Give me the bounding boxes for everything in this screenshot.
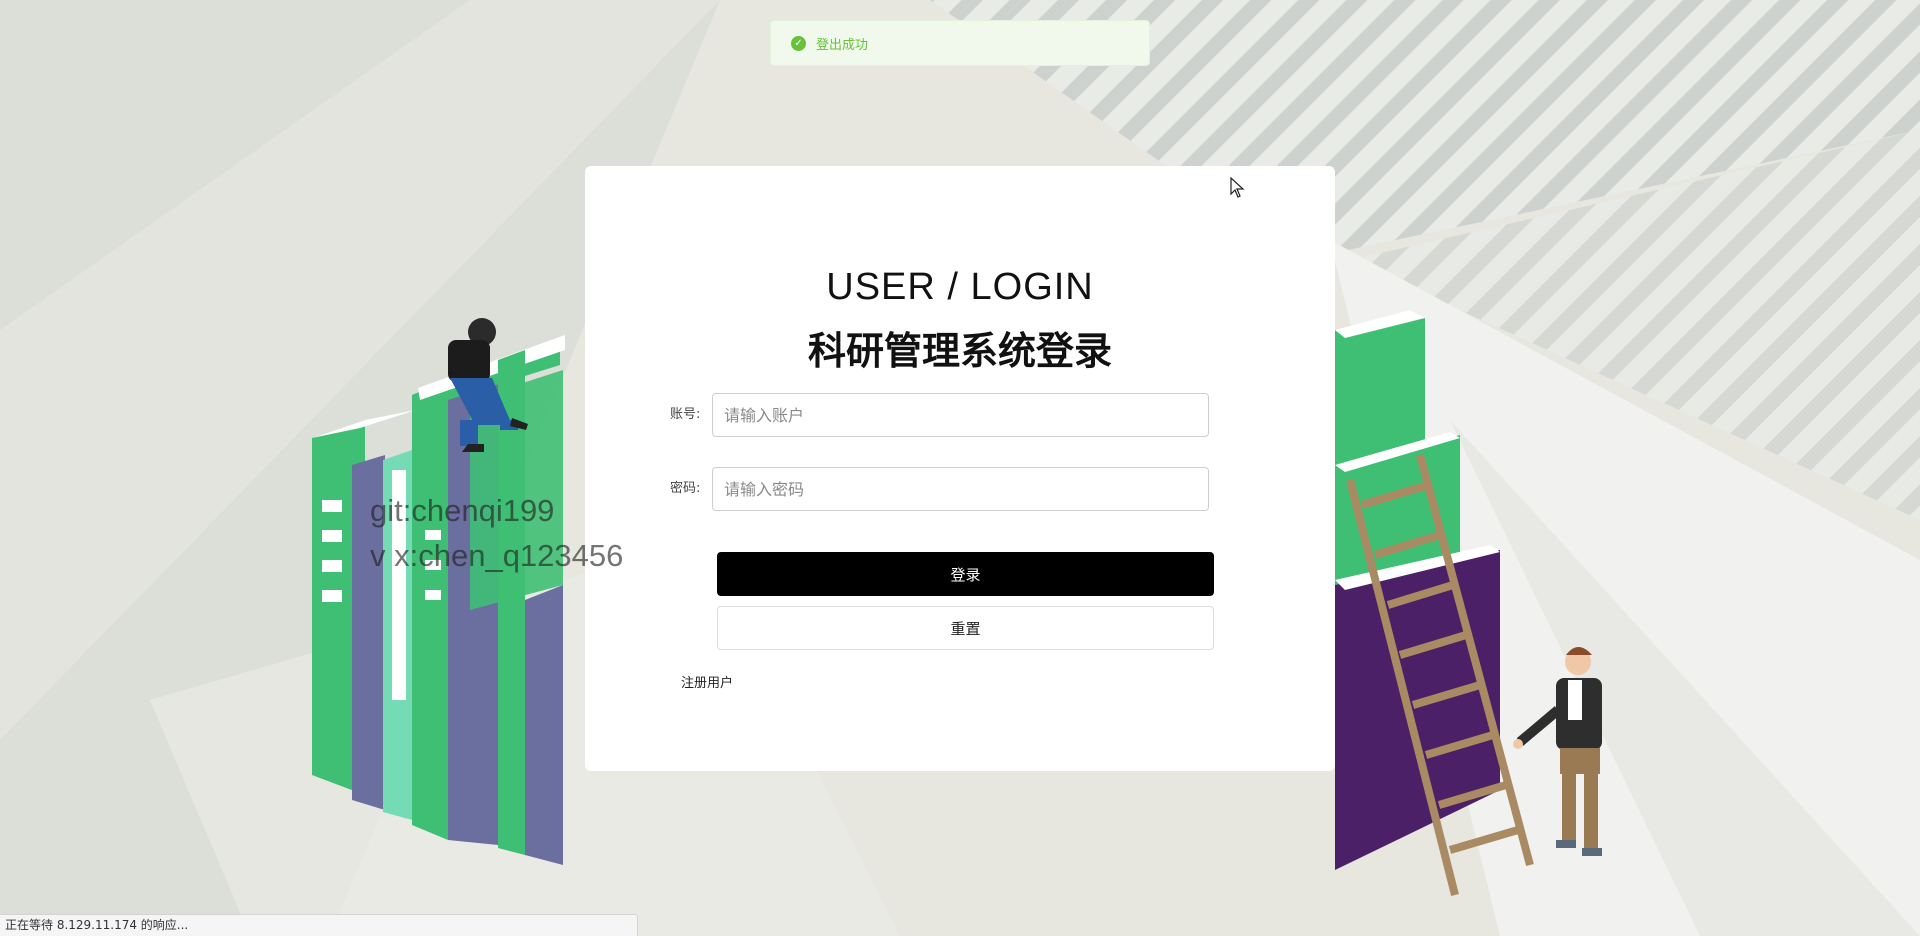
register-link[interactable]: 注册用户: [681, 672, 733, 691]
watermark-line-1: git:chenqi199: [370, 493, 555, 528]
login-button[interactable]: 登录: [717, 552, 1214, 596]
account-row: 账号:: [585, 393, 1335, 437]
check-circle-icon: ✓: [791, 35, 806, 51]
password-input[interactable]: [712, 467, 1209, 511]
login-title-english: USER / LOGIN: [826, 266, 1094, 308]
account-label: 账号:: [670, 407, 701, 422]
password-label: 密码:: [670, 481, 701, 496]
login-title-chinese: 科研管理系统登录: [807, 329, 1112, 373]
watermark-line-2: v x:chen_q123456: [370, 538, 624, 573]
success-toast: ✓ 登出成功: [770, 20, 1150, 66]
mouse-cursor-icon: [1230, 177, 1245, 198]
watermark-text: git:chenqi199 v x:chen_q123456: [370, 488, 623, 578]
password-row: 密码:: [585, 467, 1335, 511]
page-background: ✓ 登出成功 USER / LOGIN 科研管理系统登录 账号: 密码: 登录 …: [0, 0, 1920, 936]
account-input[interactable]: [712, 393, 1209, 437]
browser-status-bar: 正在等待 8.129.11.174 的响应...: [0, 914, 638, 936]
login-card: USER / LOGIN 科研管理系统登录 账号: 密码: 登录 重置 注册用户: [585, 166, 1335, 771]
reset-button[interactable]: 重置: [717, 606, 1214, 650]
toast-message: 登出成功: [816, 37, 869, 53]
